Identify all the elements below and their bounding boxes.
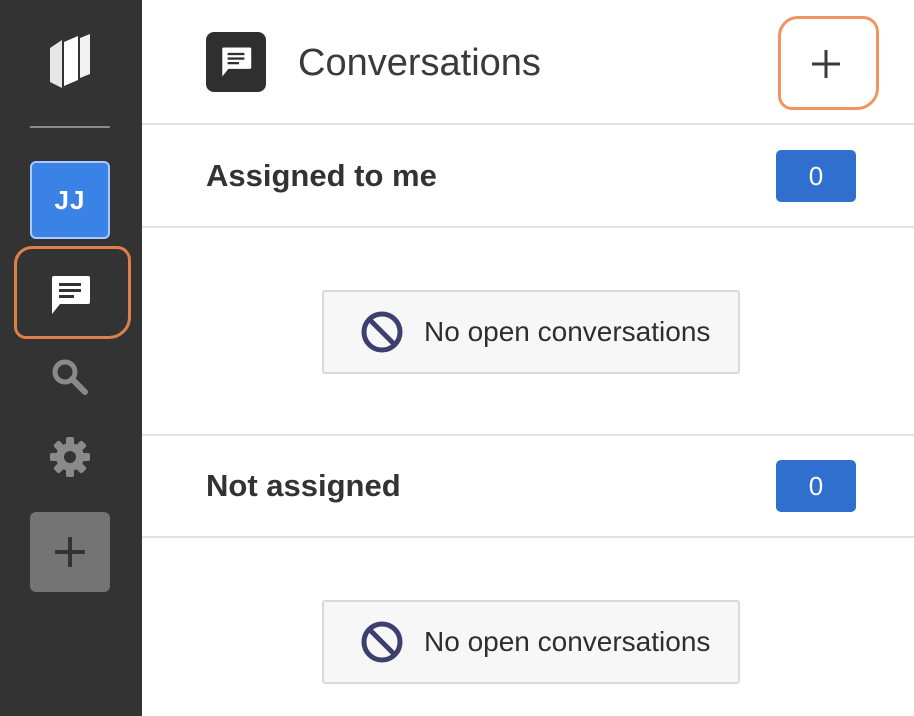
section-title: Not assigned: [206, 468, 401, 503]
ban-icon: [361, 311, 403, 353]
count-badge: 0: [776, 460, 856, 512]
sidebar-item-settings[interactable]: [46, 433, 94, 481]
gear-icon: [50, 437, 90, 477]
ban-icon: [361, 621, 403, 663]
count-badge: 0: [776, 150, 856, 202]
sidebar: JJ: [0, 0, 142, 716]
empty-state-text: No open conversations: [424, 316, 711, 347]
section-assigned-to-me[interactable]: Assigned to me 0: [142, 126, 914, 228]
avatar-initials: JJ: [54, 184, 86, 215]
empty-state: No open conversations: [322, 600, 740, 684]
section-not-assigned[interactable]: Not assigned 0: [142, 436, 914, 538]
highlight-annotation: [778, 16, 879, 110]
chat-icon: [206, 32, 266, 92]
sidebar-divider: [30, 126, 110, 128]
section-title: Assigned to me: [206, 158, 437, 193]
highlight-annotation: [14, 246, 131, 339]
add-workspace-button[interactable]: [30, 512, 110, 592]
search-icon: [52, 359, 88, 395]
avatar[interactable]: JJ: [30, 161, 110, 239]
empty-state-text: No open conversations: [424, 626, 711, 657]
page-title: Conversations: [298, 42, 541, 84]
sidebar-item-search[interactable]: [46, 355, 94, 399]
stacked-pages-logo: [48, 34, 92, 90]
app-window: JJ Conversations Assigned to me 0 No ope…: [0, 0, 914, 716]
plus-icon: [55, 537, 85, 567]
empty-state: No open conversations: [322, 290, 740, 374]
